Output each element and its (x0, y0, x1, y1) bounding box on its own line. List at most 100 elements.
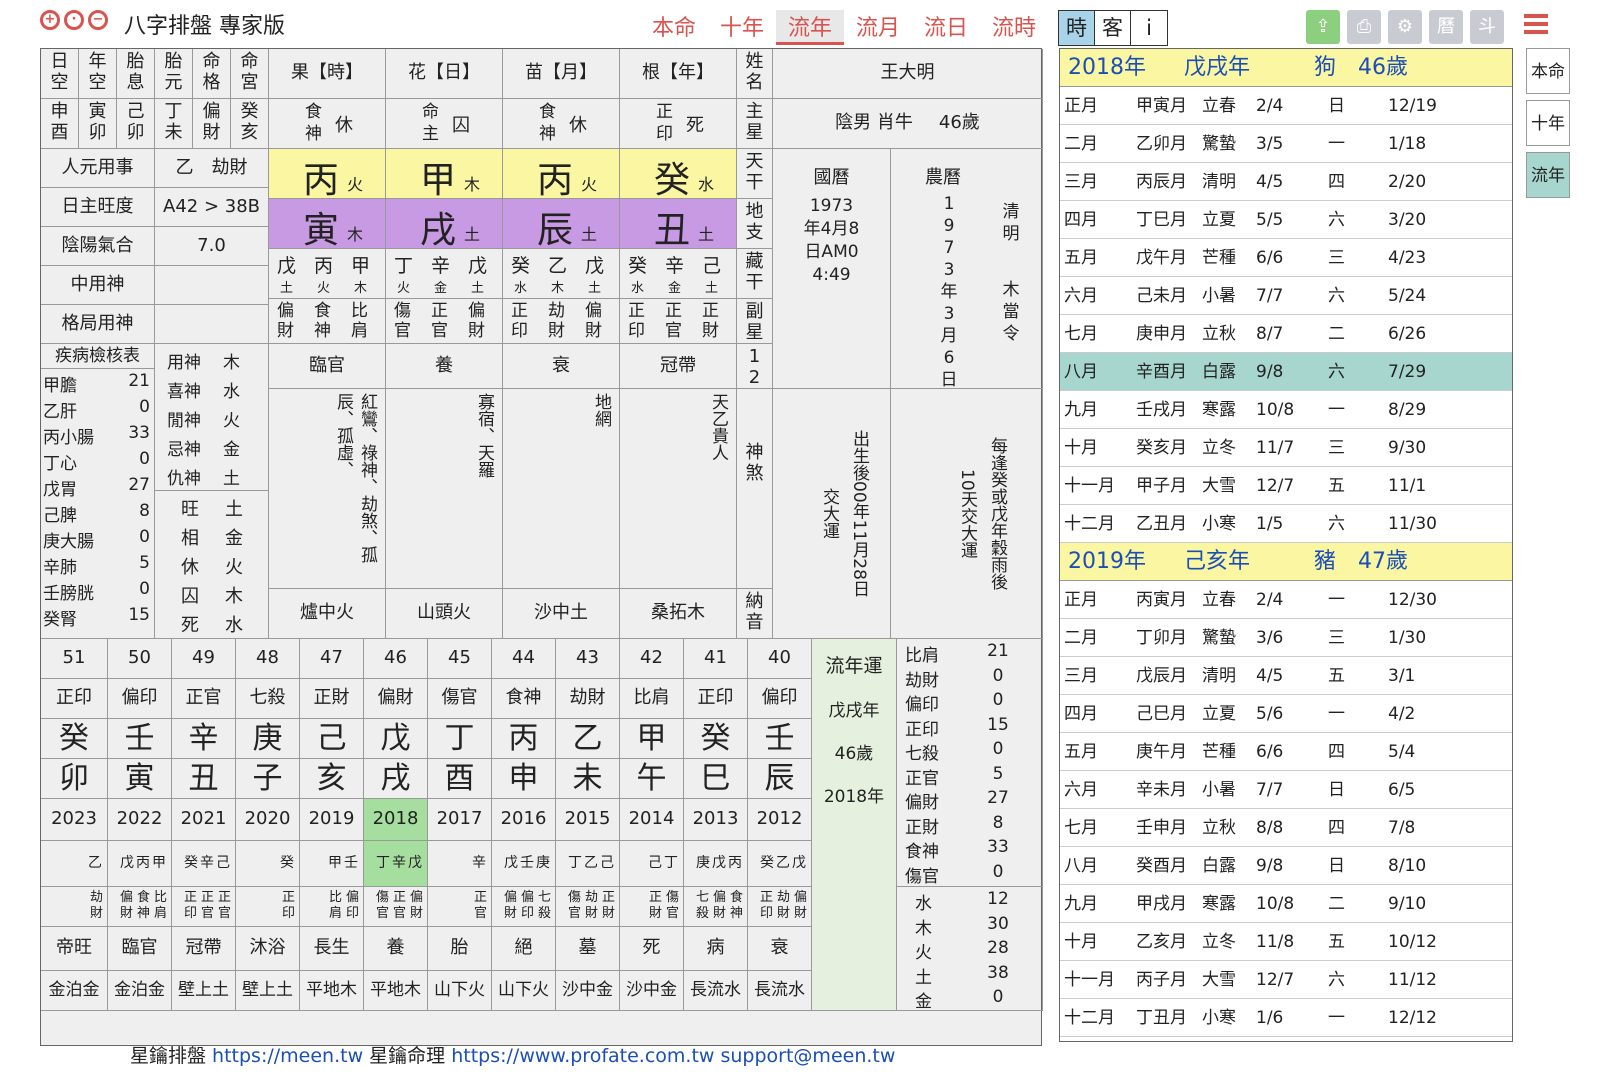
sub-star: 正 印 (628, 301, 645, 341)
month-cell: 七月 (1064, 818, 1098, 838)
month-row[interactable]: 正月 甲寅月 立春 2/4 日 12/19 (1060, 87, 1512, 125)
dipper-icon[interactable]: 斗 (1470, 10, 1504, 44)
zoom-in-icon[interactable]: + (40, 10, 60, 30)
tab-1[interactable]: 十年 (708, 10, 776, 45)
left-label-2: 陰陽氣合 (41, 227, 155, 266)
tg-name: 正財 (905, 817, 939, 838)
footer-link-profate[interactable]: https://www.profate.com.tw (451, 1045, 714, 1067)
month-row[interactable]: 七月 庚申月 立秋 8/7 二 6/26 (1060, 315, 1512, 353)
year-zodiac: 狗 (1314, 55, 1337, 80)
month-cell: 五 (1328, 666, 1345, 686)
month-cell: 五月 (1064, 742, 1098, 762)
print-icon[interactable]: ⎙ (1347, 10, 1381, 44)
disease-score: 0 (139, 397, 150, 417)
month-row[interactable]: 六月 辛未月 小暑 7/7 日 6/5 (1060, 771, 1512, 809)
pillar-header-1: 花【日】 (386, 49, 503, 99)
month-row[interactable]: 二月 乙卯月 驚蟄 3/5 一 1/18 (1060, 125, 1512, 163)
tab-0[interactable]: 本命 (640, 10, 708, 45)
glyph: 辰 (537, 210, 574, 249)
month-row[interactable]: 八月 辛酉月 白露 9/8 六 7/29 (1060, 353, 1512, 391)
month-row[interactable]: 三月 戊辰月 清明 4/5 五 3/1 (1060, 657, 1512, 695)
hidden-stem: 辛 (431, 255, 451, 277)
liunian-branch: 未 (556, 759, 620, 799)
month-row[interactable]: 五月 庚午月 芒種 6/6 四 5/4 (1060, 733, 1512, 771)
year-age: 46歲 (1358, 55, 1408, 80)
wx-element: 水 (225, 615, 243, 636)
month-row[interactable]: 十二月 乙丑月 小寒 1/5 六 11/30 (1060, 505, 1512, 543)
liunian-stem: 戊 (364, 719, 428, 759)
month-row[interactable]: 六月 己未月 小暑 7/7 六 5/24 (1060, 277, 1512, 315)
month-row[interactable]: 九月 壬戌月 寒露 10/8 一 8/29 (1060, 391, 1512, 429)
liunian-year: 2023 (41, 799, 108, 841)
footer-link-email[interactable]: support@meen.tw (720, 1045, 895, 1067)
month-row[interactable]: 十一月 甲子月 大雪 12/7 五 11/1 (1060, 467, 1512, 505)
month-row[interactable]: 八月 癸酉月 白露 9/8 日 8/10 (1060, 847, 1512, 885)
side-tab-2[interactable]: 流年 (1526, 152, 1570, 198)
tab-2[interactable]: 流年 (776, 10, 844, 45)
liunian-stem: 甲 (620, 719, 684, 759)
zoom-controls: + · − (40, 10, 108, 30)
side-tab-0[interactable]: 本命 (1526, 48, 1570, 94)
god-name: 用神 (167, 353, 201, 373)
hidden-stem: 辛 (665, 255, 685, 277)
god-element: 金 (223, 440, 240, 460)
wx-state: 死 (181, 615, 199, 636)
month-cell: 一 (1328, 134, 1345, 154)
tab-4[interactable]: 流日 (912, 10, 980, 45)
tab-5[interactable]: 流時 (980, 10, 1048, 45)
main-star-status: 囚 (452, 115, 470, 136)
mode-button-1[interactable]: 客 (1095, 11, 1131, 45)
month-row[interactable]: 七月 壬申月 立秋 8/8 四 7/8 (1060, 809, 1512, 847)
month-cell: 七月 (1064, 324, 1098, 344)
month-row[interactable]: 二月 丁卯月 驚蟄 3/6 三 1/30 (1060, 619, 1512, 657)
zoom-reset-icon[interactable]: · (64, 10, 84, 30)
liunian-hidden-stars: 傷 官正 官偏 財 (364, 887, 428, 927)
month-row[interactable]: 四月 丁巳月 立夏 5/5 六 3/20 (1060, 201, 1512, 239)
liunian-luck12: 沐浴 (236, 927, 300, 971)
month-row[interactable]: 五月 戊午月 芒種 6/6 三 4/23 (1060, 239, 1512, 277)
month-cell: 10/8 (1256, 894, 1295, 914)
ec-element: 水 (915, 894, 932, 914)
liunian-stem: 壬 (108, 719, 172, 759)
settings-icon[interactable]: ⚙ (1388, 10, 1422, 44)
main-star-1: 命 主囚 (386, 99, 503, 149)
liunian-hidden: 戊丙甲 (108, 841, 172, 887)
wx-element: 金 (225, 528, 243, 549)
hidden-stem: 丙 (314, 255, 334, 277)
liunian-age: 49 (172, 639, 236, 679)
tg-name: 偏財 (905, 793, 939, 813)
month-cell: 日 (1328, 780, 1345, 800)
liunian-hidden-stars: 偏 財食 神比 肩 (108, 887, 172, 927)
tab-3[interactable]: 流月 (844, 10, 912, 45)
month-row[interactable]: 四月 己巳月 立夏 5/6 一 4/2 (1060, 695, 1512, 733)
month-row[interactable]: 十一月 丙子月 大雪 12/7 六 11/12 (1060, 961, 1512, 999)
footer-link-meen[interactable]: https://meen.tw (212, 1045, 363, 1067)
mode-button-2[interactable]: i (1131, 11, 1167, 45)
side-tab-1[interactable]: 十年 (1526, 100, 1570, 146)
zoom-out-icon[interactable]: − (88, 10, 108, 30)
main-star-status: 死 (686, 115, 704, 136)
mode-button-0[interactable]: 時 (1059, 11, 1095, 45)
dayun-start: 出生後00年11月28日交大運 (773, 389, 891, 639)
month-row[interactable]: 正月 丙寅月 立春 2/4 一 12/30 (1060, 581, 1512, 619)
heavenly-stem-2: 丙火 (503, 149, 620, 199)
month-row[interactable]: 九月 甲戌月 寒露 10/8 二 9/10 (1060, 885, 1512, 923)
liunian-hidden: 癸辛己 (172, 841, 236, 887)
menu-icon[interactable] (1524, 10, 1548, 36)
month-cell: 立秋 (1202, 818, 1236, 838)
disease-organ: 壬膀胱 (43, 584, 94, 604)
liunian-luck12: 病 (684, 927, 748, 971)
share-icon[interactable]: ⇪ (1306, 10, 1340, 44)
month-row[interactable]: 十二月 丁丑月 小寒 1/6 一 12/12 (1060, 999, 1512, 1037)
month-row[interactable]: 十月 乙亥月 立冬 11/8 五 10/12 (1060, 923, 1512, 961)
heavenly-stem-0: 丙火 (269, 149, 386, 199)
luck12-label: 1 2 運 (737, 344, 773, 389)
month-row[interactable]: 三月 丙辰月 清明 4/5 四 2/20 (1060, 163, 1512, 201)
tg-count: 33 (987, 837, 1009, 857)
liunian-nayin: 山下火 (492, 971, 556, 1011)
tg-name: 比肩 (905, 646, 939, 666)
month-cell: 11/12 (1388, 970, 1437, 990)
calendar-icon[interactable]: 曆 (1429, 10, 1463, 44)
liunian-age: 48 (236, 639, 300, 679)
month-row[interactable]: 十月 癸亥月 立冬 11/7 三 9/30 (1060, 429, 1512, 467)
